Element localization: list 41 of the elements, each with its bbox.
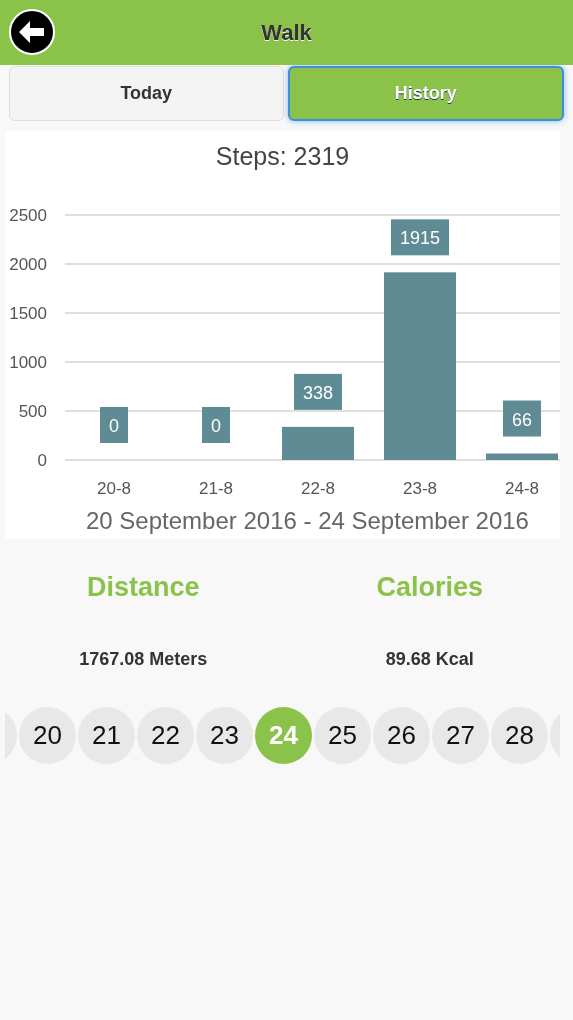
day-button[interactable]: 27	[432, 706, 489, 764]
value-label: 338	[294, 373, 342, 410]
stat-value: 1767.08 Meters	[79, 647, 208, 671]
stat-value: 89.68 Kcal	[385, 647, 474, 671]
data-label: 66	[511, 409, 533, 430]
value-label: 1915	[391, 219, 449, 256]
data-label: 1915	[399, 228, 441, 249]
back-arrow-icon	[19, 21, 45, 43]
day-button[interactable]: 22	[137, 706, 194, 764]
day-button[interactable]: 26	[373, 706, 430, 764]
day-button[interactable]: 20	[19, 706, 76, 764]
y-axis-label: 2000	[9, 255, 47, 274]
value-label: 0	[100, 407, 128, 443]
x-axis-label: 22-8	[301, 479, 335, 498]
back-button[interactable]	[9, 9, 55, 55]
x-axis-label: 23-8	[403, 479, 437, 498]
bar	[486, 453, 558, 460]
y-axis-label: 1500	[9, 304, 47, 323]
date-range: 20 September 2016 - 24 September 2016	[86, 506, 529, 536]
y-axis-label: 500	[18, 402, 47, 421]
data-label: 0	[210, 416, 222, 436]
y-axis-label: 0	[37, 451, 47, 470]
value-label: 0	[202, 407, 230, 443]
x-axis-label: 20-8	[97, 479, 131, 498]
page-title: Walk	[261, 19, 312, 47]
stat-heading: Calories	[376, 571, 484, 604]
y-axis-label: 1000	[9, 353, 47, 372]
data-label: 338	[302, 382, 334, 403]
data-label: 0	[108, 416, 120, 436]
value-label: 66	[503, 400, 541, 437]
day-button[interactable]: 28	[491, 706, 548, 764]
x-axis-label: 24-8	[505, 479, 539, 498]
bar	[282, 426, 354, 460]
x-axis-label: 21-8	[199, 479, 233, 498]
day-button[interactable]: 21	[78, 706, 135, 764]
y-axis-label: 2500	[9, 206, 47, 225]
day-button[interactable]: 23	[196, 706, 253, 764]
stat-heading: Distance	[86, 571, 200, 604]
chart-title: Steps: 2319	[215, 142, 350, 170]
day-button[interactable]: 25	[314, 706, 371, 764]
tab[interactable]: Today	[9, 66, 284, 121]
